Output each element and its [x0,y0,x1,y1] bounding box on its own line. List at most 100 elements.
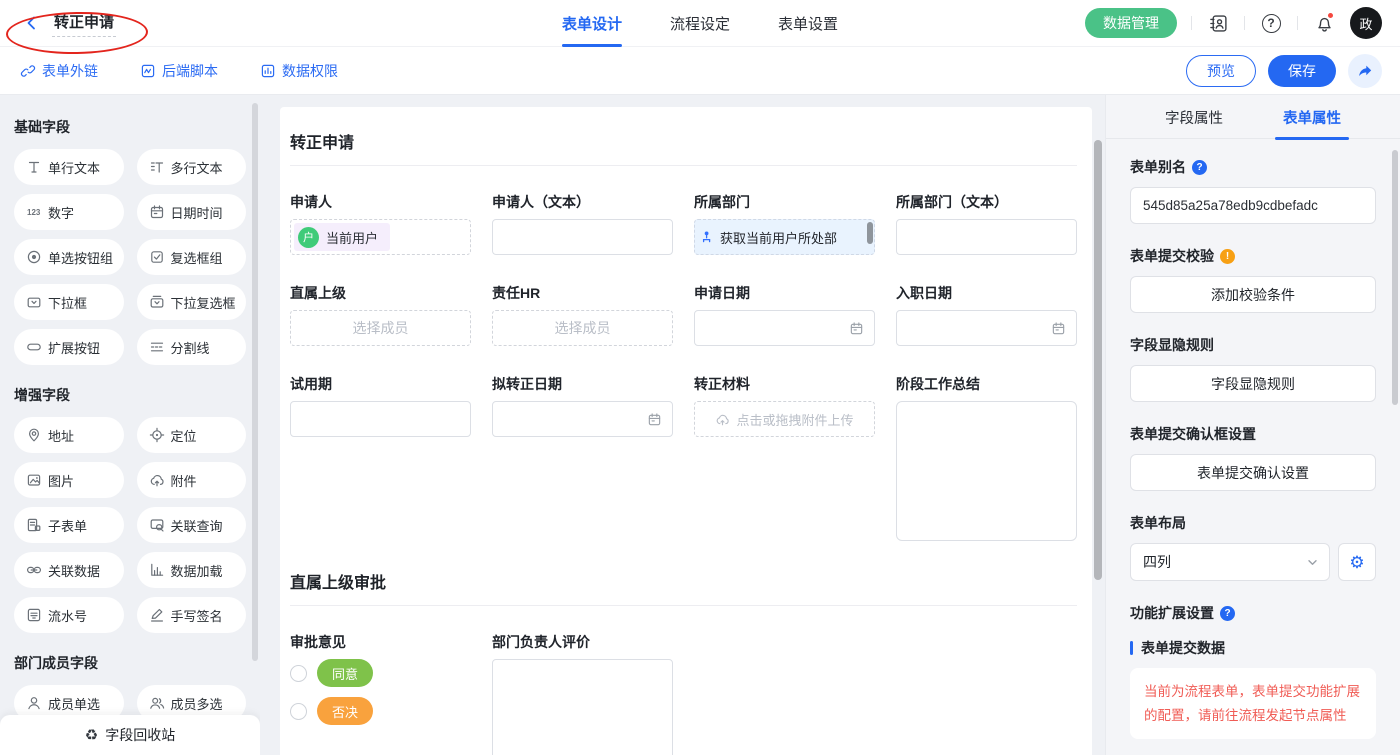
form-card: 转正申请 申请人 户 当前用户 申请人（文本） [280,107,1092,755]
sidebar-item-locate[interactable]: 定位 [137,417,247,453]
calendar-icon [1051,321,1066,336]
tab-flow-settings[interactable]: 流程设定 [670,0,730,47]
alias-input[interactable] [1130,187,1376,224]
sidebar-item-address[interactable]: 地址 [14,417,124,453]
permission-icon [260,63,276,79]
notification-dot [1327,12,1334,19]
sidebar-item-divider-line[interactable]: 分割线 [137,329,247,365]
tab-form-properties[interactable]: 表单属性 [1283,95,1341,139]
main-body: 基础字段 单行文本 多行文本 123 数字 日期时间 [0,95,1400,755]
sidebar-item-signature[interactable]: 手写签名 [137,597,247,633]
tab-form-settings[interactable]: 表单设置 [778,0,838,47]
hr-picker[interactable]: 选择成员 [492,310,673,346]
divider [1191,16,1192,30]
group-title-members: 部门成员字段 [14,653,246,673]
entry-date-input[interactable] [896,310,1077,346]
form-fields-grid: 申请人 户 当前用户 申请人（文本） 所属部门 [290,192,1077,541]
radio-icon[interactable] [290,665,307,682]
contacts-icon[interactable] [1206,11,1230,35]
sidebar-item-number[interactable]: 123 数字 [14,194,124,230]
datetime-icon [149,204,165,220]
canvas-scrollbar[interactable] [1094,140,1102,580]
department-control[interactable]: 获取当前用户所处部 [694,219,875,255]
manager-review-textarea[interactable] [492,659,673,755]
related-query-icon [149,517,165,533]
approval-section-title: 直属上级审批 [290,569,1077,606]
add-validation-button[interactable]: 添加校验条件 [1130,276,1376,313]
svg-text:123: 123 [27,208,41,217]
form-title: 转正申请 [290,127,1077,166]
materials-upload[interactable]: 点击或拖拽附件上传 [694,401,875,437]
help-icon[interactable] [1220,606,1235,621]
department-text-input[interactable] [896,219,1077,255]
select-icon [26,294,42,310]
department-scrollbar[interactable] [867,222,873,244]
tab-form-design[interactable]: 表单设计 [562,0,622,47]
app-header: 转正申请 表单设计 流程设定 表单设置 数据管理 政 [0,0,1400,47]
sidebar-item-data-load[interactable]: 数据加载 [137,552,247,588]
option-reject[interactable]: 否决 [290,697,471,725]
divider [1244,16,1245,30]
help-icon[interactable] [1192,160,1207,175]
share-icon [1357,63,1373,79]
back-button[interactable] [20,11,44,35]
work-summary-textarea[interactable] [896,401,1077,541]
share-button[interactable] [1348,54,1382,88]
field-entry-date: 入职日期 [896,283,1077,346]
probation-input[interactable] [290,401,471,437]
data-manage-button[interactable]: 数据管理 [1085,8,1177,38]
subform-icon [26,517,42,533]
bell-icon[interactable] [1312,11,1336,35]
sidebar-item-attachment[interactable]: 附件 [137,462,247,498]
planned-date-input[interactable] [492,401,673,437]
backend-script-link[interactable]: 后端脚本 [140,61,218,81]
sidebar-item-related-query[interactable]: 关联查询 [137,507,247,543]
toolbar-actions: 预览 保存 [1186,54,1382,88]
reject-pill: 否决 [317,697,373,725]
member-icon [26,695,42,711]
tab-field-properties[interactable]: 字段属性 [1165,95,1223,139]
current-user-tag: 户 当前用户 [294,223,390,251]
divider [1297,16,1298,30]
data-permission-link[interactable]: 数据权限 [260,61,338,81]
preview-button[interactable]: 预览 [1186,55,1256,87]
applicant-text-input[interactable] [492,219,673,255]
sidebar-item-radio-group[interactable]: 单选按钮组 [14,239,124,275]
field-recycle-bin[interactable]: ♻ 字段回收站 [0,715,260,755]
layout-settings-button[interactable]: ⚙ [1338,543,1376,581]
flow-form-warning: 当前为流程表单，表单提交功能扩展的配置，请前往流程发起节点属性 [1144,680,1362,727]
sidebar-item-related-data[interactable]: 关联数据 [14,552,124,588]
page-title[interactable]: 转正申请 [52,9,116,37]
help-icon[interactable] [1259,11,1283,35]
field-library-sidebar: 基础字段 单行文本 多行文本 123 数字 日期时间 [0,95,260,755]
apply-date-input[interactable] [694,310,875,346]
sidebar-item-datetime[interactable]: 日期时间 [137,194,247,230]
sidebar-item-subform[interactable]: 子表单 [14,507,124,543]
sidebar-item-select[interactable]: 下拉框 [14,284,124,320]
sidebar-item-serial-number[interactable]: 流水号 [14,597,124,633]
members-icon [149,695,165,711]
sidebar-item-multi-line-text[interactable]: 多行文本 [137,149,247,185]
direct-leader-picker[interactable]: 选择成员 [290,310,471,346]
basic-fields-grid: 单行文本 多行文本 123 数字 日期时间 单选按钮组 [14,149,246,365]
form-toolbar: 表单外链 后端脚本 数据权限 预览 保存 [0,47,1400,95]
sidebar-item-checkbox-group[interactable]: 复选框组 [137,239,247,275]
layout-select[interactable]: 四列 [1130,543,1330,581]
avatar[interactable]: 政 [1350,7,1382,39]
option-agree[interactable]: 同意 [290,659,471,687]
applicant-control[interactable]: 户 当前用户 [290,219,471,255]
field-department: 所属部门 获取当前用户所处部 [694,192,875,255]
sidebar-item-single-line-text[interactable]: 单行文本 [14,149,124,185]
sidebar-item-image[interactable]: 图片 [14,462,124,498]
save-button[interactable]: 保存 [1268,55,1336,87]
panel-scrollbar[interactable] [1392,150,1398,405]
visibility-rules-button[interactable]: 字段显隐规则 [1130,365,1376,402]
submit-confirm-button[interactable]: 表单提交确认设置 [1130,454,1376,491]
warning-icon[interactable] [1220,249,1235,264]
sidebar-scrollbar[interactable] [252,103,258,661]
sidebar-item-multiselect[interactable]: 下拉复选框 [137,284,247,320]
form-external-link[interactable]: 表单外链 [20,61,98,81]
radio-icon[interactable] [290,703,307,720]
panel-tabs: 字段属性 表单属性 [1106,95,1400,139]
sidebar-item-extend-button[interactable]: 扩展按钮 [14,329,124,365]
